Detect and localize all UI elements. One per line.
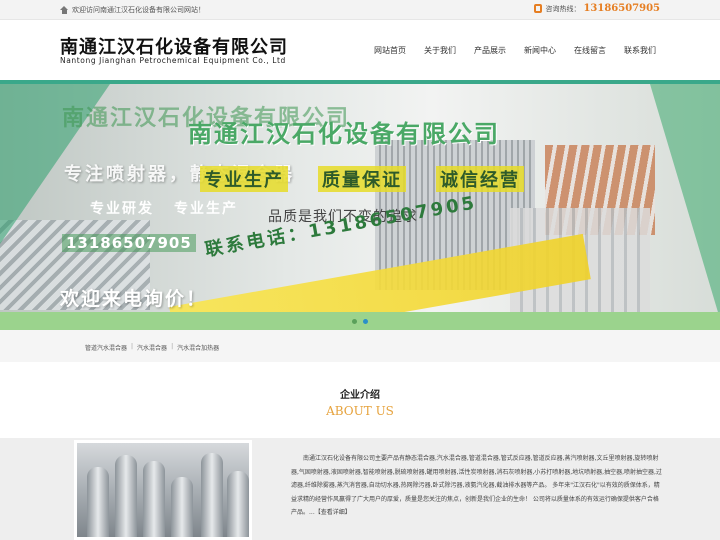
tank-shape <box>115 455 137 537</box>
read-more-link[interactable]: ...【查看详细】 <box>309 509 351 516</box>
nav-contact[interactable]: 联系我们 <box>624 45 656 56</box>
nav-home[interactable]: 网站首页 <box>374 45 406 56</box>
keyword-link[interactable]: 管道汽水混合器 <box>85 343 127 352</box>
slider-dot-2[interactable] <box>363 319 368 324</box>
logo-english: Nantong Jianghan Petrochemical Equipment… <box>60 56 286 65</box>
nav-products[interactable]: 产品展示 <box>474 45 506 56</box>
nav-about[interactable]: 关于我们 <box>424 45 456 56</box>
about-heading-en: ABOUT US <box>326 404 394 418</box>
about-body: 南通江汉石化设备有限公司主要产品有静态混合器,汽水混合器,管道混合器,管式反应器… <box>291 455 662 516</box>
sub-slogan-production: 专业生产 <box>174 201 238 217</box>
hero-banner[interactable]: 南通江汉石化设备有限公司 南通江汉石化设备有限公司 专注喷射器，静态混合器 专业… <box>0 80 720 330</box>
keyword-strip: 管道汽水混合器 | 汽水混合器 | 汽水混合加热器 <box>0 330 720 362</box>
tank-shape <box>227 471 249 537</box>
slogan-integrity: 诚信经营 <box>436 166 524 192</box>
hotline: 咨询热线： 13186507905 <box>534 3 660 14</box>
welcome-message: 欢迎访问南通江汉石化设备有限公司网站！ <box>60 5 205 15</box>
keyword-link[interactable]: 汽水混合加热器 <box>177 343 219 352</box>
slogan-production: 专业生产 <box>200 166 288 192</box>
banner-sub-slogans: 专业研发 专业生产 <box>90 198 238 218</box>
slider-dot-1[interactable] <box>352 319 357 324</box>
keyword-link[interactable]: 汽水混合器 <box>137 343 167 352</box>
banner-phone-box: 13186507905 <box>62 234 196 252</box>
phone-icon <box>534 4 543 13</box>
nav-message[interactable]: 在线留言 <box>574 45 606 56</box>
hotline-label: 咨询热线： <box>545 4 581 13</box>
sub-slogan-rd: 专业研发 <box>90 201 154 217</box>
nav-news[interactable]: 新闻中心 <box>524 45 556 56</box>
banner-green-triangle-right <box>650 84 720 319</box>
tank-shape <box>143 461 165 537</box>
tank-shape <box>87 467 109 537</box>
keyword-separator: | <box>131 343 134 350</box>
tank-shape <box>171 477 193 537</box>
keyword-separator: | <box>171 343 174 350</box>
slider-dots <box>352 319 368 324</box>
welcome-text: 欢迎访问南通江汉石化设备有限公司网站！ <box>72 6 205 14</box>
top-bar: 欢迎访问南通江汉石化设备有限公司网站！ 咨询热线： 13186507905 <box>0 0 720 20</box>
slogan-quality: 质量保证 <box>318 166 406 192</box>
about-text: 南通江汉石化设备有限公司主要产品有静态混合器,汽水混合器,管道混合器,管式反应器… <box>291 452 663 520</box>
hotline-number[interactable]: 13186507905 <box>583 3 660 14</box>
tank-shape <box>201 453 223 537</box>
about-heading: 企业介绍 <box>340 390 380 401</box>
banner-title: 南通江汉石化设备有限公司 <box>188 120 500 148</box>
about-photo <box>77 443 249 537</box>
site-header: 南通江汉石化设备有限公司 Nantong Jianghan Petrochemi… <box>0 21 720 80</box>
about-image[interactable] <box>74 440 252 540</box>
home-icon[interactable] <box>60 6 68 14</box>
banner-slogans: 专业生产 质量保证 诚信经营 <box>200 166 524 192</box>
banner-cta: 欢迎来电询价！ <box>60 288 208 310</box>
main-nav: 网站首页 关于我们 产品展示 新闻中心 在线留言 联系我们 <box>374 45 656 56</box>
